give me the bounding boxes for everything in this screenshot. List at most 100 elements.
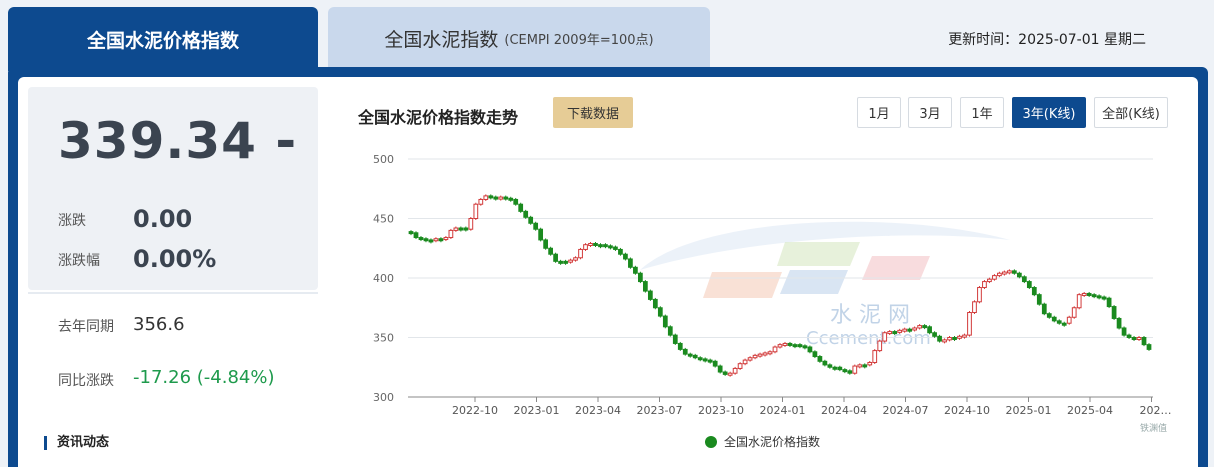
candle (827, 364, 833, 368)
y-tick-label: 350 (373, 332, 394, 345)
candle (882, 332, 888, 342)
candle (792, 344, 798, 348)
candle (443, 237, 449, 241)
candle (672, 334, 678, 344)
candle (463, 227, 469, 231)
brand-badge: 铁渊值 (1140, 424, 1168, 434)
candle (508, 197, 514, 201)
candle (558, 260, 563, 264)
candle (533, 222, 539, 230)
candle (927, 326, 932, 334)
legend-marker (705, 436, 717, 448)
x-tick-label: 2024-01 (760, 404, 806, 417)
candle (1106, 297, 1112, 308)
candle (578, 248, 583, 259)
candle (902, 328, 908, 332)
candle (852, 365, 858, 374)
candle (488, 195, 494, 199)
candle (717, 365, 723, 373)
candle (642, 281, 648, 292)
candle (473, 203, 479, 220)
candle (752, 354, 758, 359)
candle (1136, 337, 1142, 340)
candle (897, 329, 903, 333)
candle (822, 360, 828, 366)
candle (1126, 334, 1132, 338)
candle (697, 357, 703, 361)
candle (1096, 295, 1102, 299)
candle (618, 248, 623, 255)
candle (1046, 313, 1052, 318)
candle (862, 364, 868, 368)
candle (1066, 316, 1072, 324)
candle (757, 353, 763, 357)
candle (1021, 276, 1027, 283)
candle (1091, 294, 1097, 298)
x-tick-label: 202… (1140, 404, 1172, 417)
candle (907, 328, 913, 332)
candle (787, 342, 793, 346)
candle (762, 352, 768, 356)
candle (1086, 292, 1092, 296)
candle (947, 337, 952, 341)
candle (1051, 316, 1057, 322)
candle (687, 353, 693, 357)
candle (1111, 306, 1117, 319)
candle (453, 227, 459, 231)
candle (812, 351, 818, 358)
candle (613, 246, 618, 250)
candle (603, 244, 608, 248)
candle (1101, 296, 1107, 300)
candle (1011, 270, 1017, 274)
candle (657, 307, 663, 317)
candle (638, 272, 643, 283)
candle (1081, 292, 1087, 296)
candle (712, 360, 718, 367)
candle (972, 301, 977, 314)
candle (692, 354, 698, 359)
candle (408, 231, 414, 235)
candle (1007, 270, 1012, 274)
candle (967, 312, 972, 336)
candle (722, 371, 728, 375)
candle (802, 345, 808, 349)
candle (548, 247, 553, 255)
candle (837, 366, 843, 371)
candle (742, 359, 748, 365)
price-chart: 水 泥 网 Ccement.com 300 350 400 450 500 2022-1… (373, 153, 1172, 449)
chart-grid (408, 158, 1153, 398)
legend-label: 全国水泥价格指数 (724, 434, 820, 449)
candle (977, 287, 982, 303)
candle (997, 272, 1002, 277)
candle (962, 334, 967, 338)
candle (1002, 271, 1007, 275)
candle (702, 358, 708, 362)
x-tick-label: 2025-04 (1067, 404, 1113, 417)
candle (598, 244, 603, 248)
candle (737, 363, 743, 369)
candle (777, 344, 783, 348)
candle (647, 290, 653, 300)
candle (543, 239, 549, 249)
candle (1141, 337, 1147, 346)
candle (573, 257, 578, 261)
x-tick-label: 2024-10 (944, 404, 990, 417)
candle (772, 346, 778, 353)
candle (1056, 320, 1062, 324)
candle (747, 357, 753, 361)
candle (932, 332, 937, 337)
candle (493, 196, 499, 200)
candle (503, 196, 509, 200)
y-tick-label: 400 (373, 272, 394, 285)
x-tick-label: 2024-04 (821, 404, 867, 417)
candle (448, 229, 454, 239)
candle (727, 372, 733, 376)
candle (483, 195, 489, 200)
candle (857, 364, 863, 368)
candle (608, 245, 613, 249)
y-tick-label: 450 (373, 213, 394, 226)
candle (553, 253, 558, 262)
candle (1041, 303, 1047, 315)
watermark-sub: Ccement.com (806, 328, 931, 349)
candle (912, 327, 918, 331)
